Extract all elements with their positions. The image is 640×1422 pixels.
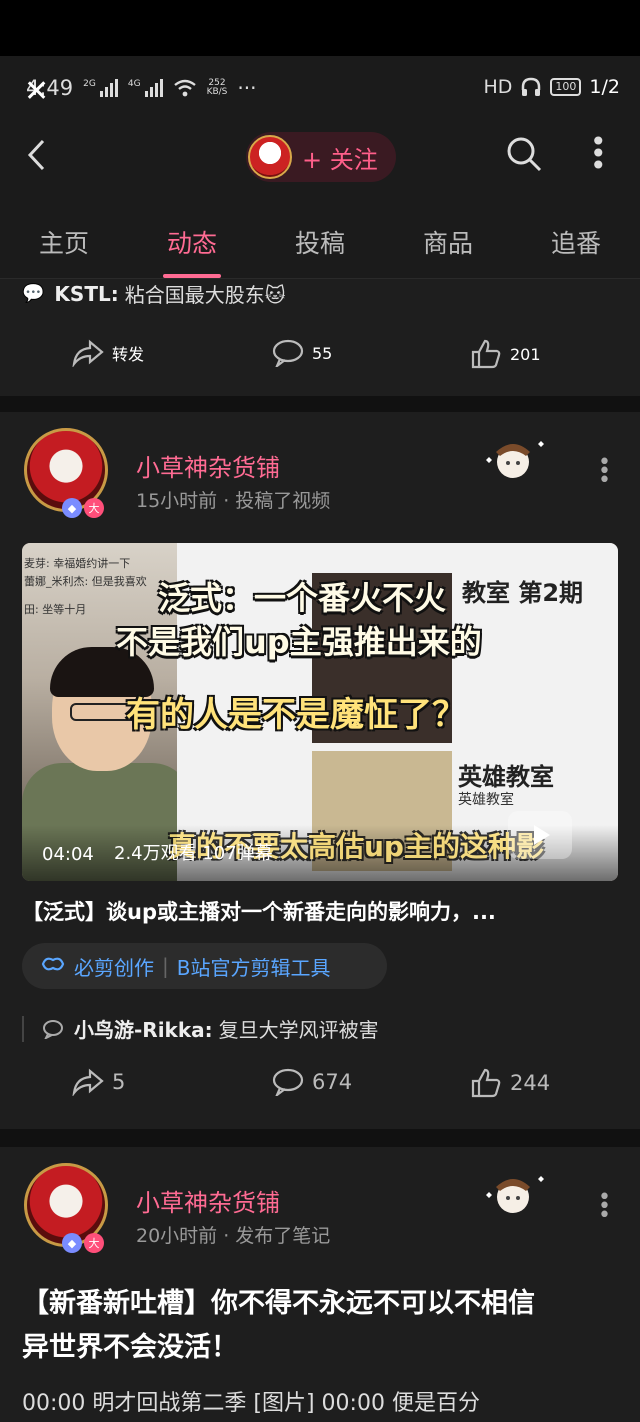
decoration-sticker-icon — [478, 430, 548, 490]
comment-button[interactable]: 55 — [272, 339, 332, 367]
thumbs-up-icon — [471, 339, 501, 369]
decoration-sticker-icon — [478, 1165, 548, 1225]
comment-text: 复旦大学风评被害 — [218, 1018, 379, 1042]
live-comment-3: 田: 坐等十月 — [24, 603, 87, 616]
status-more: ··· — [237, 76, 257, 100]
post-meta: 20小时前 · 发布了笔记 — [136, 1225, 331, 1247]
signal-icon-2: 4G — [128, 79, 163, 97]
follow-label: + 关注 — [302, 145, 378, 174]
bilibili-tv-icon — [508, 811, 572, 859]
vip-badge-icon: 大 — [84, 498, 104, 518]
status-left: 4:49 2G 4G 252 KB/S ··· — [26, 76, 256, 100]
video-title[interactable]: 【泛式】谈up或主播对一个新番走向的影响力，... — [22, 896, 496, 926]
thumbs-up-icon — [471, 1068, 501, 1098]
username[interactable]: 小草神杂货铺 — [136, 1183, 280, 1218]
avatar-badges: ◆ 大 — [62, 1233, 104, 1253]
top-black-bar — [0, 0, 640, 56]
avatar-badges: ◆ 大 — [62, 498, 104, 518]
post-actions: 5 674 244 — [0, 1068, 640, 1108]
status-right: HD 100 1/2 — [484, 76, 621, 98]
tab-dynamics[interactable]: 动态 — [162, 224, 222, 278]
share-button[interactable]: 5 — [72, 1068, 125, 1096]
level-badge-icon: ◆ — [62, 1233, 82, 1253]
like-button[interactable]: 201 — [470, 339, 541, 369]
share-label: 转发 — [112, 345, 145, 364]
tab-bangumi[interactable]: 追番 — [547, 224, 605, 260]
comment-bubble-icon — [272, 339, 304, 367]
tool-tag[interactable]: 必剪创作 | B站官方剪辑工具 — [22, 943, 387, 989]
screen-subtitle-2: 英雄教室 — [458, 792, 514, 808]
vip-badge-icon: 大 — [84, 1233, 104, 1253]
status-bar: 4:49 2G 4G 252 KB/S ··· ✕ HD 100 1/2 — [0, 56, 640, 122]
tab-uploads[interactable]: 投稿 — [291, 224, 349, 260]
post-card-partial: 💬 KSTL: 粘合国最大股东🐱 转发 55 201 — [0, 279, 640, 396]
comment-bubble-icon — [272, 1068, 304, 1096]
close-icon[interactable]: ✕ — [24, 74, 49, 109]
like-button[interactable]: 244 — [470, 1068, 550, 1098]
live-comment-2: 蕾娜_米利杰: 但是我喜欢 — [24, 575, 147, 588]
like-count: 244 — [510, 1071, 551, 1095]
note-title[interactable]: 【新番新吐槽】你不得不永远不可以不相信 异世界不会没活！ — [22, 1282, 622, 1370]
follow-button[interactable]: + 关注 — [246, 132, 396, 182]
comment-count: 674 — [312, 1070, 353, 1094]
headphones-icon — [522, 77, 541, 96]
tool-separator: | — [162, 954, 169, 978]
avatar — [248, 135, 292, 179]
comment-user: KSTL: — [54, 281, 119, 306]
app-screen: 4:49 2G 4G 252 KB/S ··· ✕ HD 100 1/2 + 关注… — [0, 56, 640, 1422]
tool-name: 必剪创作 — [74, 955, 154, 980]
more-vertical-icon[interactable]: • • • — [598, 452, 611, 492]
screen-title-2: 英雄教室 — [458, 763, 554, 791]
chevron-left-icon[interactable] — [26, 138, 46, 181]
signal-icon: 2G — [83, 79, 118, 97]
video-stats: 2.4万观看 107弹幕 — [114, 843, 273, 864]
net-speed: 252 KB/S — [207, 79, 228, 97]
username[interactable]: 小草神杂货铺 — [136, 448, 280, 483]
tab-bar: 主页 动态 投稿 商品 追番 — [0, 206, 640, 279]
divider — [0, 1129, 640, 1147]
battery-icon: 100 — [550, 78, 582, 96]
comment-button[interactable]: 674 — [272, 1068, 352, 1096]
page-counter: 1/2 — [589, 76, 620, 98]
hd-label: HD — [483, 76, 513, 98]
hot-comment[interactable]: 💬 KSTL: 粘合国最大股东🐱 — [22, 279, 286, 308]
note-preview: 00:00 明才回战第二季 [图片] 00:00 便是百分 — [22, 1391, 480, 1416]
speed-unit: KB/S — [206, 87, 228, 97]
comment-bar — [22, 1015, 24, 1042]
subtitle-line-2: 不是我们up主强推出来的 — [116, 623, 482, 661]
live-comment-1: 麦芽: 幸福婚约讲一下 — [24, 557, 131, 570]
wifi-icon — [173, 79, 196, 97]
share-icon — [72, 339, 104, 367]
note-title-line-2: 异世界不会没活！ — [22, 1332, 238, 1363]
search-icon[interactable] — [506, 136, 542, 176]
subtitle-line-3: 有的人是不是魔怔了？ — [126, 695, 466, 735]
profile-header: + 关注 • • • — [0, 122, 640, 206]
divider — [0, 396, 640, 412]
screen-title-1: 教室 第2期 — [462, 579, 584, 607]
share-button[interactable]: 转发 — [72, 339, 144, 367]
like-count: 201 — [510, 344, 541, 364]
comment-text: 粘合国最大股东🐱 — [124, 283, 286, 307]
tool-desc: B站官方剪辑工具 — [176, 955, 331, 980]
tab-home[interactable]: 主页 — [35, 224, 93, 260]
video-thumbnail[interactable]: 麦芽: 幸福婚约讲一下 蕾娜_米利杰: 但是我喜欢 田: 坐等十月 教室 第2期… — [22, 543, 618, 881]
hot-comment[interactable]: 小鸟游-Rikka: 复旦大学风评被害 — [22, 1014, 379, 1043]
subtitle-line-1: 泛式：一个番火不火 — [158, 579, 447, 617]
more-vertical-icon[interactable]: • • • — [598, 1187, 611, 1227]
level-badge-icon: ◆ — [62, 498, 82, 518]
comment-user: 小鸟游-Rikka: — [74, 1018, 213, 1042]
share-icon — [72, 1068, 104, 1096]
comment-count: 55 — [312, 343, 333, 363]
tab-shop[interactable]: 商品 — [419, 224, 477, 260]
more-vertical-icon[interactable]: • • • — [590, 128, 607, 180]
comment-icon: 💬 — [22, 283, 45, 304]
post-meta: 15小时前 · 投稿了视频 — [136, 490, 331, 512]
note-title-line-1: 【新番新吐槽】你不得不永远不可以不相信 — [22, 1288, 535, 1319]
share-count: 5 — [112, 1070, 126, 1094]
note-post-card: ◆ 大 小草神杂货铺 20小时前 · 发布了笔记 • • • 【新番新吐槽】你不得不… — [0, 1147, 640, 1422]
video-duration: 04:04 — [42, 844, 94, 865]
comment-icon — [43, 1019, 63, 1039]
bijian-icon — [40, 954, 66, 979]
